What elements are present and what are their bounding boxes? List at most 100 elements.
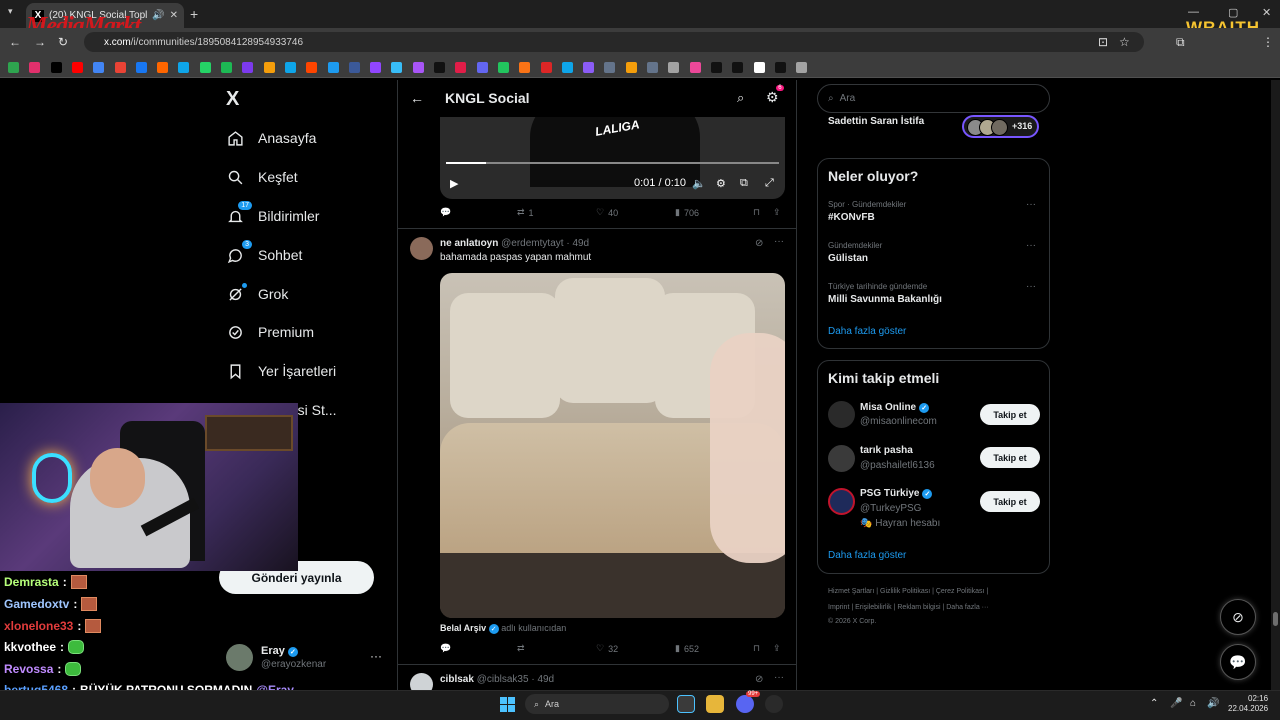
bookmark-favicon-icon[interactable] bbox=[263, 62, 275, 73]
file-explorer-icon[interactable] bbox=[706, 695, 724, 713]
url-field[interactable]: x.com/i/communities/1895084128954933746 bbox=[84, 32, 1144, 52]
install-icon[interactable]: ⊡ bbox=[1098, 35, 1108, 49]
bookmark-favicon-icon[interactable] bbox=[412, 62, 424, 73]
tweet-media-image[interactable] bbox=[440, 273, 785, 618]
bookmark-favicon-icon[interactable] bbox=[93, 62, 105, 73]
network-icon[interactable]: ⌂ bbox=[1190, 698, 1196, 709]
bookmark-favicon-icon[interactable] bbox=[221, 62, 232, 73]
follow-button[interactable]: Takip et bbox=[980, 447, 1040, 468]
chevron-up-icon[interactable]: ⌃ bbox=[1150, 698, 1158, 709]
bookmark-favicon-icon[interactable] bbox=[540, 62, 552, 73]
follow-suggestion-name[interactable]: PSG Türkiye ✓ bbox=[860, 488, 933, 499]
gear-icon[interactable]: ⚙ 6 bbox=[766, 85, 784, 106]
menu-icon[interactable]: ⋮ bbox=[1262, 35, 1274, 49]
bookmark-favicon-icon[interactable] bbox=[178, 62, 190, 73]
star-icon[interactable]: ☆ bbox=[1119, 35, 1130, 49]
speaker-icon[interactable]: 🔊 bbox=[152, 10, 164, 21]
taskbar-clock[interactable]: 02:16 22.04.2026 bbox=[1228, 694, 1268, 714]
bookmark-favicon-icon[interactable] bbox=[114, 62, 126, 73]
settings-icon[interactable]: ⚙ bbox=[716, 177, 726, 190]
nav-bookmarks[interactable]: Yer İşaretleri bbox=[226, 362, 336, 380]
bookmark-favicon-icon[interactable] bbox=[710, 62, 722, 73]
x-logo[interactable]: X bbox=[226, 88, 239, 111]
bookmark-favicon-icon[interactable] bbox=[8, 62, 19, 73]
back-arrow-icon[interactable]: ← bbox=[410, 90, 424, 106]
bookmark-favicon-icon[interactable] bbox=[796, 62, 808, 73]
share-button[interactable]: ⇪ bbox=[773, 207, 781, 218]
trend-name[interactable]: Gülistan bbox=[828, 253, 868, 264]
bookmark-button[interactable]: ⊓ bbox=[753, 207, 760, 218]
bookmark-favicon-icon[interactable] bbox=[391, 62, 403, 73]
forward-arrow-icon[interactable]: → bbox=[34, 35, 46, 49]
bookmark-favicon-icon[interactable] bbox=[157, 62, 169, 73]
repost-button[interactable]: ⇄ bbox=[517, 643, 525, 654]
avatar[interactable] bbox=[828, 488, 855, 515]
bookmark-favicon-icon[interactable] bbox=[476, 62, 488, 73]
bookmark-favicon-icon[interactable] bbox=[50, 62, 62, 73]
follow-button[interactable]: Takip et bbox=[980, 404, 1040, 425]
bookmark-favicon-icon[interactable] bbox=[135, 62, 147, 73]
follow-button[interactable]: Takip et bbox=[980, 491, 1040, 512]
nav-premium[interactable]: Premium bbox=[226, 323, 314, 341]
play-icon[interactable]: ▶ bbox=[450, 177, 458, 190]
video-player[interactable]: LALIGA bbox=[440, 117, 785, 199]
minimize-icon[interactable]: — bbox=[1188, 6, 1199, 18]
bookmark-favicon-icon[interactable] bbox=[306, 62, 318, 73]
like-button[interactable]: ♡ 32 bbox=[596, 643, 618, 654]
space-title[interactable]: Sadettin Saran İstifa bbox=[828, 116, 924, 127]
bookmark-favicon-icon[interactable] bbox=[29, 62, 41, 73]
bookmark-favicon-icon[interactable] bbox=[519, 62, 531, 73]
nav-notifications[interactable]: 17 Bildirimler bbox=[226, 201, 319, 225]
volume-icon[interactable]: 🔊 bbox=[1207, 698, 1219, 709]
views-button[interactable]: ▮ 652 bbox=[675, 643, 699, 654]
nav-grok[interactable]: Grok bbox=[226, 283, 288, 303]
bookmark-favicon-icon[interactable] bbox=[774, 62, 786, 73]
bookmark-favicon-icon[interactable] bbox=[497, 62, 509, 73]
trend-name[interactable]: Milli Savunma Bakanlığı bbox=[828, 294, 942, 305]
follow-suggestion-name[interactable]: tarık pasha bbox=[860, 445, 913, 456]
bookmark-favicon-icon[interactable] bbox=[434, 62, 445, 73]
avatar[interactable] bbox=[410, 237, 433, 260]
more-dots-icon[interactable]: ··· bbox=[1026, 281, 1036, 292]
more-dots-icon[interactable]: ··· bbox=[774, 672, 784, 683]
back-arrow-icon[interactable]: ← bbox=[9, 35, 21, 49]
grok-icon[interactable]: ⊘ bbox=[755, 674, 763, 685]
bookmark-button[interactable]: ⊓ bbox=[753, 643, 760, 654]
close-window-icon[interactable]: ✕ bbox=[1262, 6, 1271, 19]
new-tab-icon[interactable]: + bbox=[190, 6, 198, 22]
volume-icon[interactable]: 🔈 bbox=[692, 177, 706, 190]
search-input[interactable]: ⌕ Ara bbox=[817, 84, 1050, 113]
bookmark-favicon-icon[interactable] bbox=[689, 62, 701, 73]
bookmark-favicon-icon[interactable] bbox=[284, 62, 296, 73]
scrollbar-thumb[interactable] bbox=[1273, 612, 1278, 626]
bookmark-favicon-icon[interactable] bbox=[583, 62, 595, 73]
avatar[interactable] bbox=[828, 401, 855, 428]
more-dots-icon[interactable]: ··· bbox=[1026, 199, 1036, 210]
account-switcher[interactable]: Eray ✓ @erayozkenar ··· bbox=[226, 644, 386, 674]
bookmark-favicon-icon[interactable] bbox=[370, 62, 382, 73]
nav-home[interactable]: Anasayfa bbox=[226, 129, 316, 147]
grok-icon[interactable]: ⊘ bbox=[755, 238, 763, 249]
nav-chat[interactable]: 3 Sohbet bbox=[226, 240, 302, 264]
bookmark-favicon-icon[interactable] bbox=[647, 62, 658, 73]
video-progress-bar[interactable] bbox=[446, 162, 779, 164]
footer-links[interactable]: Imprint | Erişilebilirlik | Reklam bilgi… bbox=[828, 604, 989, 611]
bookmark-favicon-icon[interactable] bbox=[199, 62, 211, 73]
more-dots-icon[interactable]: ··· bbox=[1026, 240, 1036, 251]
close-icon[interactable]: ✕ bbox=[170, 10, 178, 21]
messages-fab-button[interactable]: 💬 bbox=[1220, 644, 1256, 680]
bookmark-favicon-icon[interactable] bbox=[604, 62, 616, 73]
more-dots-icon[interactable]: ··· bbox=[370, 649, 382, 663]
bookmark-favicon-icon[interactable] bbox=[348, 62, 360, 73]
footer-links[interactable]: Hizmet Şartları | Gizlilik Politikası | … bbox=[828, 588, 988, 595]
fullscreen-icon[interactable]: ⤢ bbox=[765, 177, 774, 190]
views-button[interactable]: ▮ 706 bbox=[675, 207, 699, 218]
more-dots-icon[interactable]: ··· bbox=[774, 236, 784, 247]
bookmark-favicon-icon[interactable] bbox=[561, 62, 573, 73]
space-listeners[interactable]: +316 bbox=[962, 115, 1039, 138]
follow-suggestion-name[interactable]: Misa Online ✓ bbox=[860, 402, 930, 413]
show-more-link[interactable]: Daha fazla göster bbox=[828, 550, 906, 561]
bookmark-favicon-icon[interactable] bbox=[668, 62, 680, 73]
share-button[interactable]: ⇪ bbox=[773, 643, 781, 654]
nav-explore[interactable]: Keşfet bbox=[226, 168, 298, 186]
